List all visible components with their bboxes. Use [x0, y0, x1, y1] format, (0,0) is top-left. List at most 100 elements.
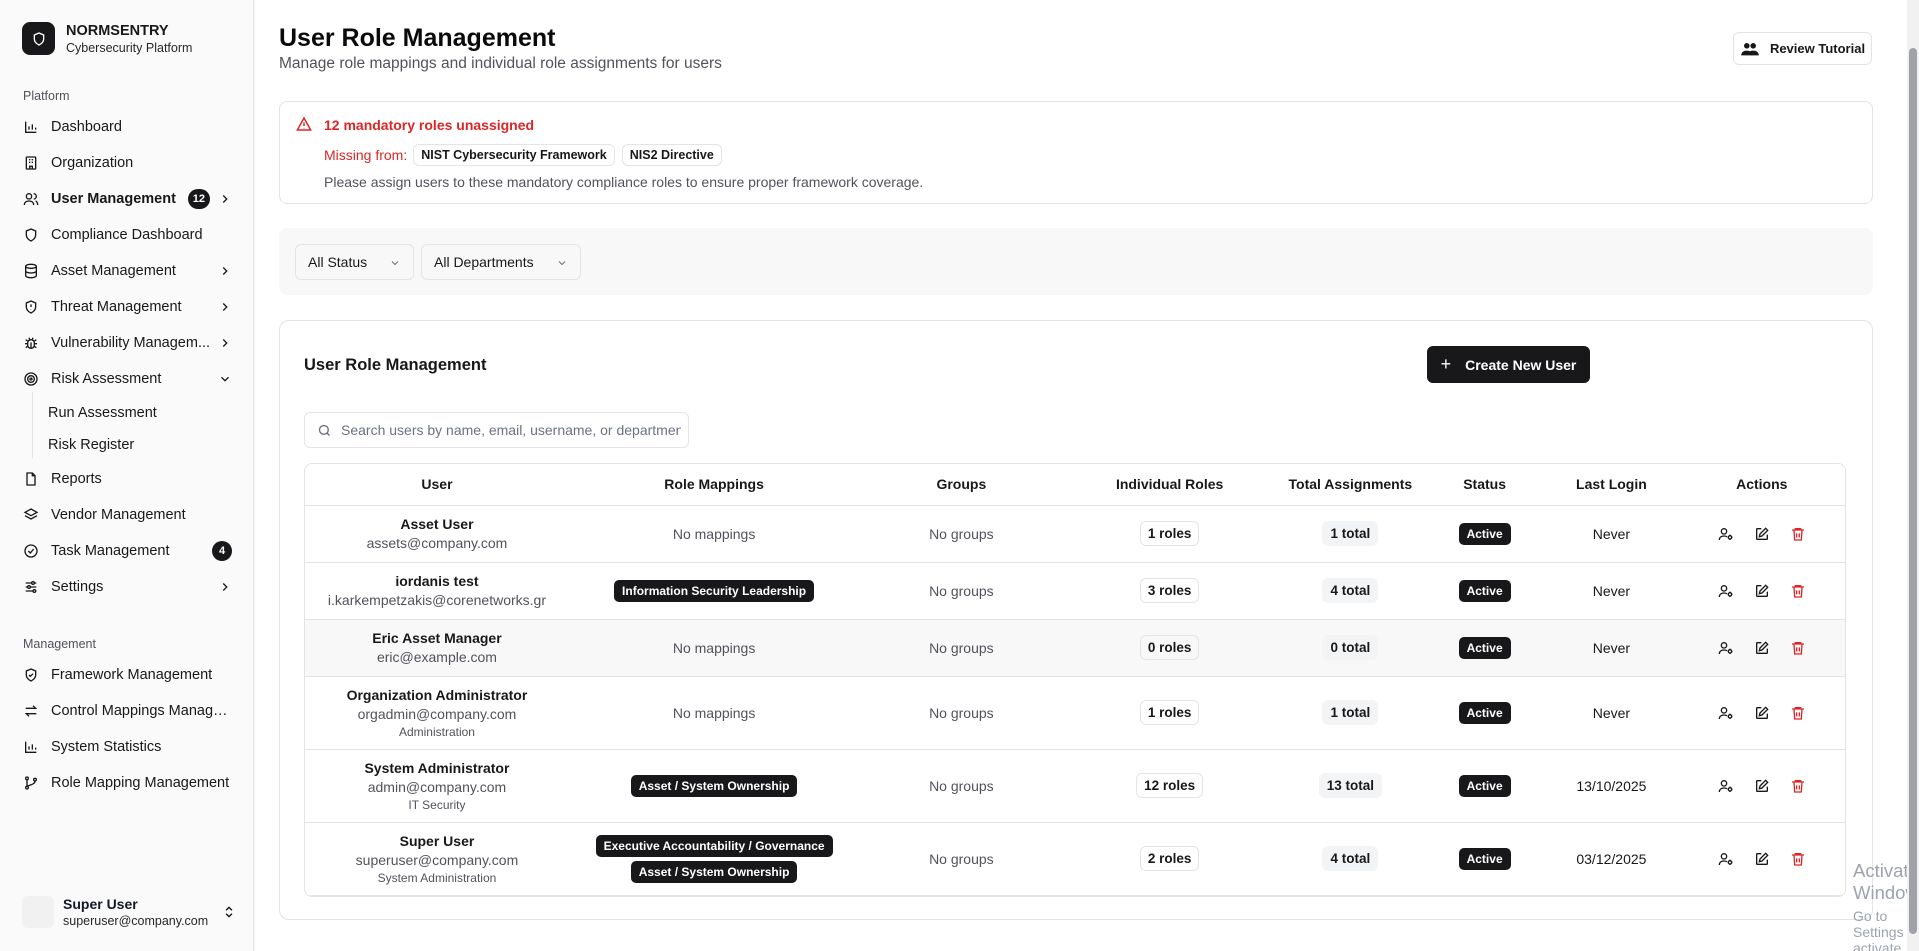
framework-chip: NIS2 Directive	[621, 144, 722, 166]
groups-cell: No groups	[859, 822, 1064, 896]
sidebar-item-reports[interactable]: Reports	[10, 461, 244, 497]
users-table: User Role Mappings Groups Individual Rol…	[304, 463, 1846, 897]
sidebar-item-control-mappings[interactable]: Control Mappings Manage...	[10, 693, 244, 729]
no-mappings-text: No mappings	[672, 525, 756, 542]
sidebar-item-organization[interactable]: Organization	[10, 145, 244, 181]
avatar	[22, 896, 54, 928]
sidebar-item-risk-assessment[interactable]: Risk Assessment	[10, 361, 244, 397]
sidebar-item-system-statistics[interactable]: System Statistics	[10, 729, 244, 765]
user-department: Administration	[398, 724, 475, 739]
edit-icon[interactable]	[1753, 525, 1771, 543]
sidebar-item-role-mapping-management[interactable]: Role Mapping Management	[10, 765, 244, 801]
alert-note: Please assign users to these mandatory c…	[324, 174, 924, 190]
sidebar-item-risk-register[interactable]: Risk Register	[10, 429, 244, 461]
sidebar-item-compliance-dashboard[interactable]: Compliance Dashboard	[10, 217, 244, 253]
delete-icon[interactable]	[1789, 525, 1807, 543]
sidebar-item-user-management[interactable]: User Management 12	[10, 181, 244, 217]
column-header-groups[interactable]: Groups	[859, 464, 1064, 506]
total-assignments-cell: 0 total	[1275, 619, 1425, 677]
scrollbar-thumb[interactable]	[1909, 48, 1917, 934]
user-department: IT Security	[408, 797, 466, 812]
sidebar-item-run-assessment[interactable]: Run Assessment	[10, 397, 244, 429]
current-user-menu[interactable]: Super User superuser@company.com	[22, 896, 236, 928]
delete-icon[interactable]	[1789, 582, 1807, 600]
groups-cell: No groups	[859, 749, 1064, 823]
column-header-total-assignments[interactable]: Total Assignments	[1275, 464, 1425, 506]
create-new-user-button[interactable]: + Create New User	[1427, 346, 1590, 383]
table-row[interactable]: iordanis test i.karkempetzakis@corenetwor…	[305, 562, 1845, 620]
delete-icon[interactable]	[1789, 850, 1807, 868]
edit-icon[interactable]	[1753, 777, 1771, 795]
chevron-down-icon	[391, 261, 399, 266]
column-header-actions: Actions	[1678, 464, 1845, 506]
individual-roles-cell: 1 roles	[1063, 505, 1276, 563]
column-header-individual-roles[interactable]: Individual Roles	[1063, 464, 1276, 506]
search-input[interactable]	[341, 422, 681, 438]
sidebar-item-task-management[interactable]: Task Management 4	[10, 533, 244, 569]
table-row[interactable]: System Administrator admin@company.com IT …	[305, 749, 1845, 823]
status-cell: Active	[1424, 505, 1545, 563]
role-mappings-cell: Executive Accountability / Governance Ass…	[568, 822, 860, 896]
sidebar-item-threat-management[interactable]: Threat Management	[10, 289, 244, 325]
warning-triangle-icon	[296, 116, 312, 131]
task-management-badge: 4	[212, 541, 232, 561]
sidebar-item-settings[interactable]: Settings	[10, 569, 244, 605]
roles-count-badge: 1 roles	[1139, 521, 1200, 546]
table-row[interactable]: Asset User assets@company.com No mappings N…	[305, 505, 1845, 563]
roles-count-badge: 3 roles	[1139, 578, 1200, 603]
brand[interactable]: NORMSENTRY Cybersecurity Platform	[22, 22, 192, 55]
page-scrollbar[interactable]	[1907, 0, 1919, 951]
status-cell: Active	[1424, 562, 1545, 620]
user-department: System Administration	[377, 870, 497, 885]
assign-roles-icon[interactable]	[1717, 639, 1735, 657]
user-search[interactable]	[304, 412, 689, 448]
column-header-user[interactable]: User	[305, 464, 569, 506]
mandatory-roles-alert: 12 mandatory roles unassigned Missing fr…	[279, 101, 1873, 204]
assign-roles-icon[interactable]	[1717, 525, 1735, 543]
user-name: Organization Administrator	[346, 686, 528, 703]
table-row[interactable]: Super User superuser@company.com System Ad…	[305, 822, 1845, 896]
sidebar-item-framework-management[interactable]: Framework Management	[10, 657, 244, 693]
status-badge: Active	[1458, 701, 1511, 724]
table-row[interactable]: Eric Asset Manager eric@example.com No map…	[305, 619, 1845, 677]
status-filter-select[interactable]: All Status	[295, 244, 414, 280]
delete-icon[interactable]	[1789, 777, 1807, 795]
delete-icon[interactable]	[1789, 704, 1807, 722]
sidebar-item-vulnerability-management[interactable]: Vulnerability Managem...	[10, 325, 244, 361]
sidebar-item-dashboard[interactable]: Dashboard	[10, 109, 244, 145]
delete-icon[interactable]	[1789, 639, 1807, 657]
chevron-right-icon	[222, 583, 228, 591]
chevron-right-icon	[222, 267, 228, 275]
column-header-last-login[interactable]: Last Login	[1544, 464, 1679, 506]
sidebar: NORMSENTRY Cybersecurity Platform Platfo…	[0, 0, 254, 951]
assign-roles-icon[interactable]	[1717, 582, 1735, 600]
assign-roles-icon[interactable]	[1717, 704, 1735, 722]
edit-icon[interactable]	[1753, 850, 1771, 868]
total-assignments-cell: 4 total	[1275, 822, 1425, 896]
roles-count-badge: 0 roles	[1139, 635, 1200, 660]
edit-icon[interactable]	[1753, 704, 1771, 722]
table-row[interactable]: Organization Administrator orgadmin@compa…	[305, 676, 1845, 750]
total-count-badge: 13 total	[1318, 773, 1382, 798]
status-badge: Active	[1458, 847, 1511, 870]
department-filter-select[interactable]: All Departments	[421, 244, 581, 280]
arrows-icon	[24, 705, 38, 717]
column-header-status[interactable]: Status	[1424, 464, 1545, 506]
table-header-row: User Role Mappings Groups Individual Rol…	[305, 464, 1845, 506]
sidebar-item-vendor-management[interactable]: Vendor Management	[10, 497, 244, 533]
no-mappings-text: No mappings	[672, 704, 756, 721]
plus-icon: +	[1440, 354, 1452, 374]
assign-roles-icon[interactable]	[1717, 850, 1735, 868]
assign-roles-icon[interactable]	[1717, 777, 1735, 795]
framework-chip: NIST Cybersecurity Framework	[413, 144, 615, 166]
alert-title: 12 mandatory roles unassigned	[324, 117, 535, 133]
bar-chart-icon	[25, 741, 37, 753]
sidebar-item-asset-management[interactable]: Asset Management	[10, 253, 244, 289]
edit-icon[interactable]	[1753, 639, 1771, 657]
role-mapping-badge: Asset / System Ownership	[630, 860, 798, 883]
column-header-role-mappings[interactable]: Role Mappings	[568, 464, 860, 506]
review-tutorial-button[interactable]: Review Tutorial	[1733, 32, 1872, 65]
user-cell: Organization Administrator orgadmin@compa…	[305, 676, 569, 750]
current-user-name: Super User	[63, 896, 138, 912]
edit-icon[interactable]	[1753, 582, 1771, 600]
